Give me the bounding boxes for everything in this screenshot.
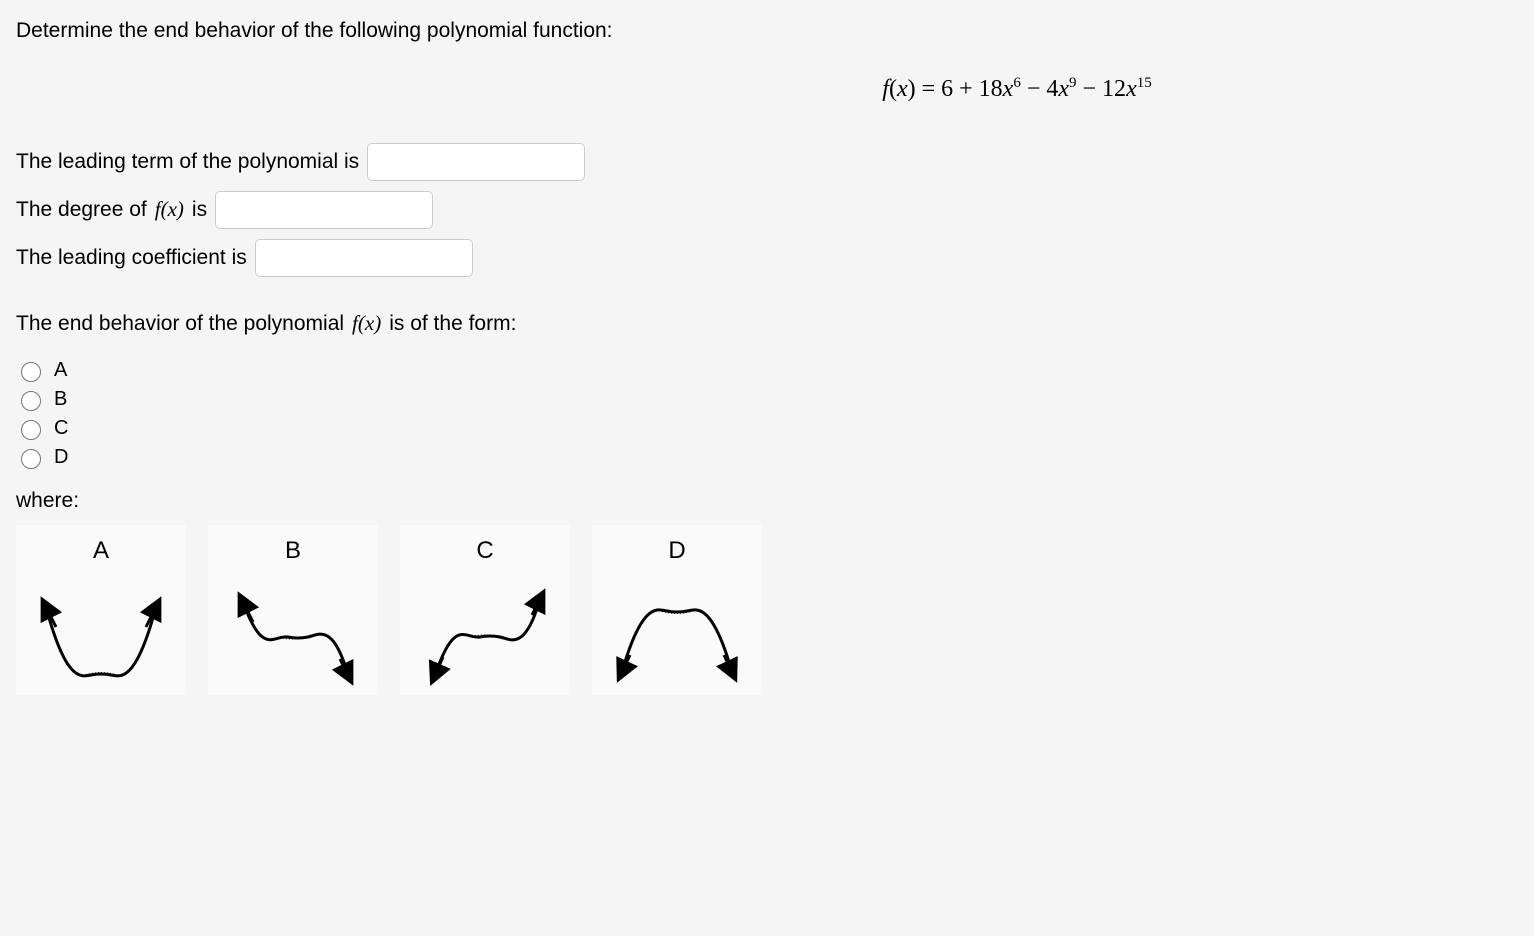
option-b-label: B bbox=[54, 388, 67, 411]
fx-math: f(x) bbox=[155, 191, 184, 229]
fx-math-2: f(x) bbox=[352, 305, 381, 343]
radio-d[interactable] bbox=[21, 449, 41, 469]
polynomial-formula: f(x) = 6 + 18x6 − 4x9 − 12x15 bbox=[16, 75, 1518, 103]
leading-term-label: The leading term of the polynomial is bbox=[16, 143, 359, 181]
radio-b[interactable] bbox=[21, 391, 41, 411]
where-label: where: bbox=[16, 489, 1518, 513]
diagram-c-label: C bbox=[476, 537, 493, 565]
options-group: A B C D bbox=[16, 359, 1518, 469]
curve-up-down-icon bbox=[218, 587, 368, 687]
diagram-row: A B bbox=[16, 525, 1518, 695]
question-text: Determine the end behavior of the follow… bbox=[16, 16, 1518, 45]
coefficient-input[interactable] bbox=[255, 239, 473, 277]
degree-label-post: is bbox=[192, 191, 207, 229]
diagram-b: B bbox=[208, 525, 378, 695]
curve-up-up-icon bbox=[26, 587, 176, 687]
diagram-a: A bbox=[16, 525, 186, 695]
radio-a[interactable] bbox=[21, 362, 41, 382]
radio-c[interactable] bbox=[21, 420, 41, 440]
curve-down-up-icon bbox=[410, 587, 560, 687]
diagram-a-label: A bbox=[93, 537, 109, 565]
end-behavior-post: is of the form: bbox=[389, 305, 516, 343]
diagram-d: D bbox=[592, 525, 762, 695]
diagram-d-label: D bbox=[668, 537, 685, 565]
option-a-label: A bbox=[54, 359, 67, 382]
degree-label-pre: The degree of bbox=[16, 191, 147, 229]
option-c-label: C bbox=[54, 417, 68, 440]
diagram-c: C bbox=[400, 525, 570, 695]
diagram-b-label: B bbox=[285, 537, 301, 565]
curve-down-down-icon bbox=[602, 587, 752, 687]
leading-term-input[interactable] bbox=[367, 143, 585, 181]
option-d-label: D bbox=[54, 446, 68, 469]
degree-input[interactable] bbox=[215, 191, 433, 229]
coefficient-label: The leading coefficient is bbox=[16, 239, 247, 277]
end-behavior-pre: The end behavior of the polynomial bbox=[16, 305, 344, 343]
